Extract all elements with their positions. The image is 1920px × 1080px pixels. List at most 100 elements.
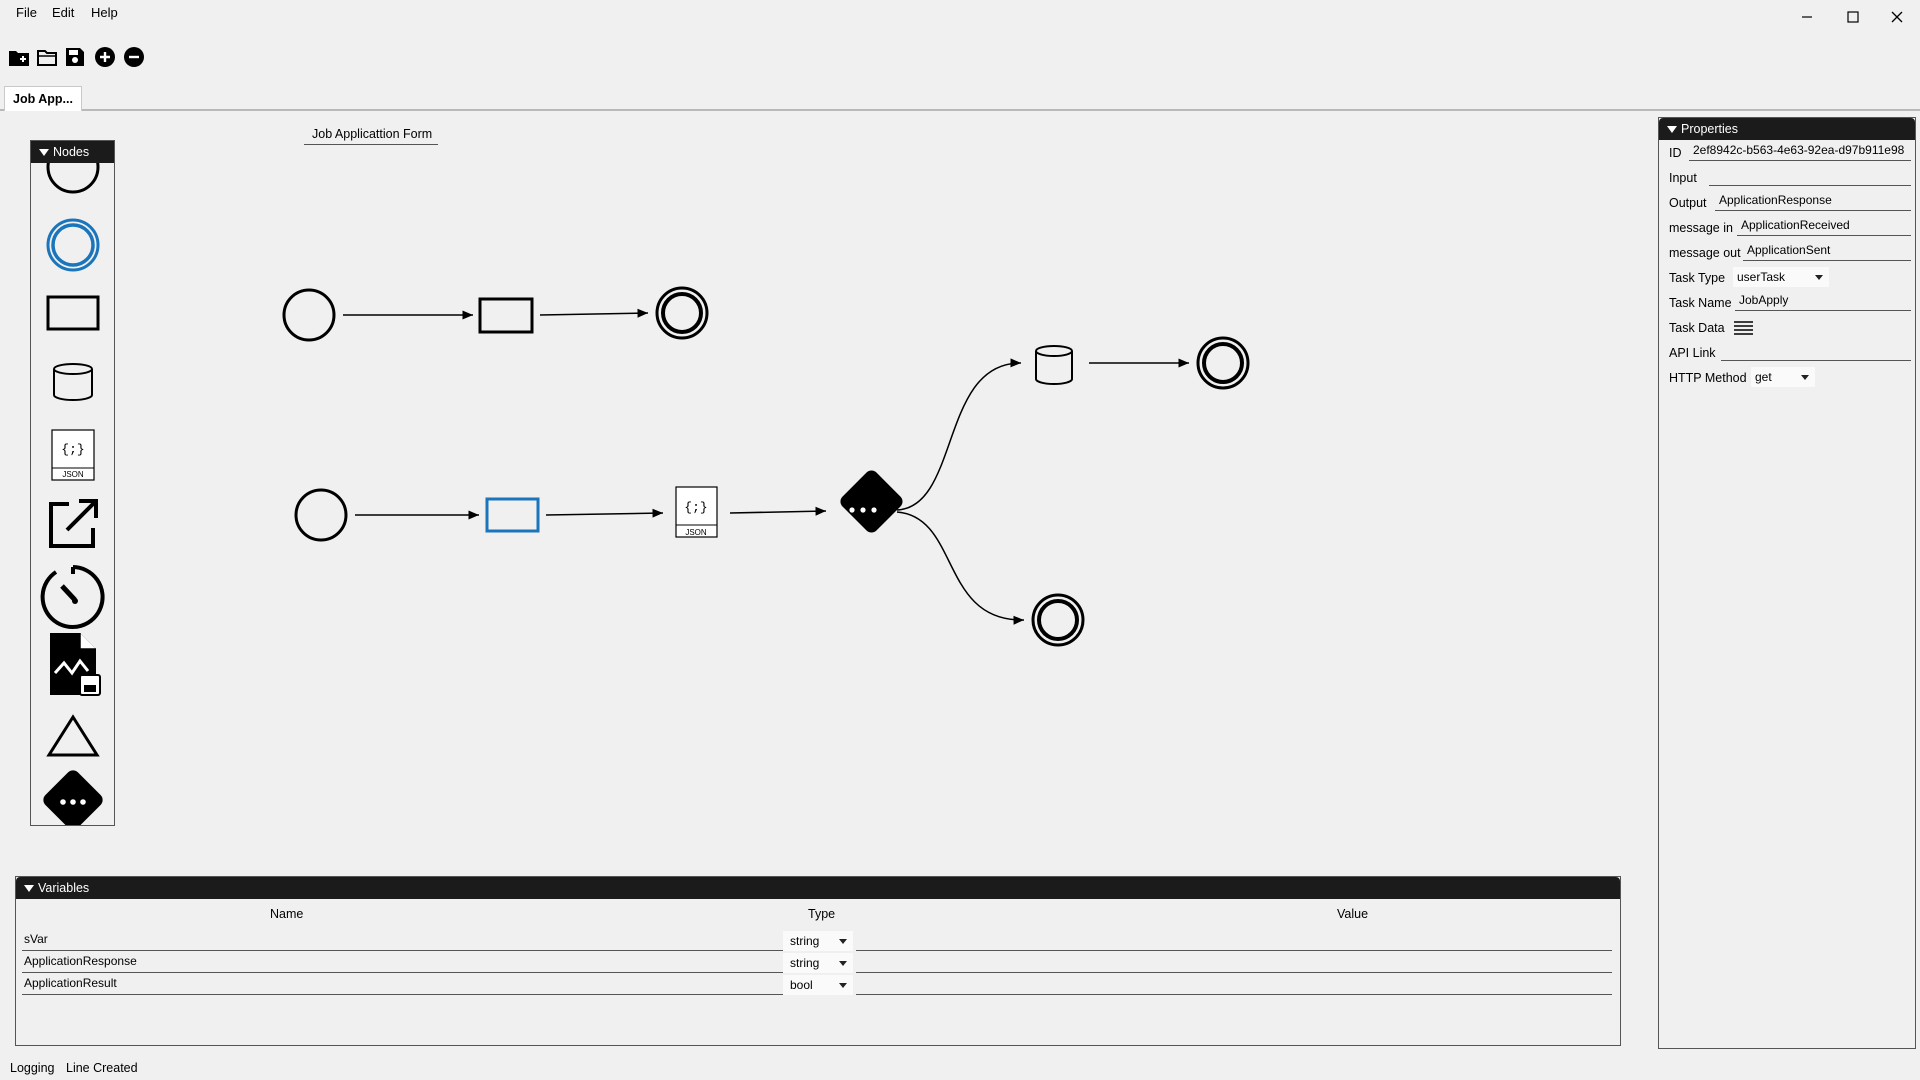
close-icon: [1891, 11, 1903, 23]
chevron-down-icon: [839, 983, 847, 988]
message-in-field[interactable]: ApplicationReceived: [1737, 217, 1911, 236]
json-node[interactable]: {;} JSON: [675, 486, 718, 538]
task-data-label: Task Data: [1669, 321, 1725, 335]
menu-file[interactable]: File: [16, 5, 37, 20]
message-out-label: message out: [1669, 246, 1741, 260]
output-field[interactable]: ApplicationResponse: [1715, 192, 1911, 211]
message-in-label: message in: [1669, 221, 1733, 235]
diagram-canvas[interactable]: {;} JSON: [0, 112, 1650, 872]
variable-name-field[interactable]: ApplicationResult: [22, 974, 784, 995]
palette-json-object[interactable]: {;} JSON: [31, 428, 114, 482]
maximize-icon: [1847, 11, 1859, 23]
variables-panel: Variables Name Type Value sVar string Ap…: [15, 876, 1621, 1046]
json-icon: {;} JSON: [50, 429, 95, 481]
input-field[interactable]: [1709, 167, 1911, 186]
chevron-down-icon: [839, 939, 847, 944]
end-event-node[interactable]: [655, 286, 709, 340]
start-event-node[interactable]: [294, 488, 348, 542]
collapse-icon: [39, 149, 49, 157]
variable-value-field[interactable]: [856, 930, 1612, 951]
diagram-title[interactable]: Job Applicattion Form: [304, 127, 439, 145]
tab-job-application[interactable]: Job App...: [4, 86, 82, 111]
http-method-select[interactable]: get: [1751, 367, 1815, 387]
variable-type-value: bool: [790, 978, 813, 992]
new-folder-button[interactable]: [8, 46, 30, 68]
task-node[interactable]: [478, 297, 534, 334]
menu-edit[interactable]: Edit: [52, 5, 74, 20]
palette-gateway[interactable]: [31, 769, 114, 825]
svg-text:JSON: JSON: [62, 470, 84, 479]
column-header-name: Name: [270, 907, 304, 921]
task-type-select[interactable]: userTask: [1733, 267, 1829, 287]
maximize-button[interactable]: [1830, 2, 1876, 32]
nodes-panel-header[interactable]: Nodes: [31, 141, 114, 163]
palette-triangle[interactable]: [31, 713, 114, 759]
nodes-panel: Nodes {;} JSON: [30, 140, 115, 826]
palette-start-event[interactable]: [31, 163, 114, 195]
task-data-button[interactable]: [1733, 319, 1755, 337]
variable-type-select[interactable]: bool: [783, 975, 853, 995]
data-store-node[interactable]: [1035, 345, 1073, 385]
variable-value-field[interactable]: [856, 974, 1612, 995]
svg-text:{;}: {;}: [684, 500, 707, 515]
variable-type-value: string: [790, 934, 820, 948]
variable-type-select[interactable]: string: [783, 953, 853, 973]
zoom-out-button[interactable]: [123, 46, 145, 68]
task-icon: [46, 295, 99, 331]
variable-type-select[interactable]: string: [783, 931, 853, 951]
task-type-value: userTask: [1737, 270, 1786, 284]
chevron-down-icon: [1801, 375, 1809, 380]
connector-line[interactable]: [896, 511, 1025, 625]
palette-external-link[interactable]: [31, 496, 114, 552]
menu-help[interactable]: Help: [91, 5, 118, 20]
new-folder-icon: [9, 51, 29, 66]
status-message: Line Created: [66, 1061, 138, 1075]
palette-timer[interactable]: [31, 564, 114, 630]
end-event-node[interactable]: [1196, 336, 1250, 390]
palette-intermediate-event[interactable]: [31, 217, 114, 273]
properties-panel-header[interactable]: Properties: [1659, 118, 1915, 140]
task-node-selected[interactable]: [485, 497, 540, 533]
end-event-node[interactable]: [1031, 593, 1085, 647]
id-field[interactable]: 2ef8942c-b563-4e63-92ea-d97b911e98: [1689, 142, 1911, 161]
zoom-out-icon: [124, 47, 144, 67]
task-name-field[interactable]: JobApply: [1735, 292, 1911, 311]
api-link-field[interactable]: [1721, 342, 1911, 361]
palette-data-store[interactable]: [31, 359, 114, 403]
connector-line[interactable]: [896, 358, 1022, 511]
start-event-node[interactable]: [282, 288, 336, 342]
chevron-down-icon: [839, 961, 847, 966]
nodes-panel-title: Nodes: [53, 145, 90, 159]
minimize-icon: [1802, 16, 1812, 18]
gateway-node[interactable]: [838, 468, 906, 536]
variable-value-field[interactable]: [856, 952, 1612, 973]
minimize-button[interactable]: [1784, 2, 1830, 32]
column-header-type: Type: [808, 907, 836, 921]
intermediate-event-icon: [46, 218, 99, 272]
variable-name-field[interactable]: sVar: [22, 930, 784, 951]
open-folder-icon: [37, 50, 57, 66]
collapse-icon: [1667, 126, 1677, 134]
svg-text:JSON: JSON: [685, 528, 707, 537]
variables-panel-header[interactable]: Variables: [16, 877, 1620, 899]
external-link-icon: [48, 499, 98, 548]
api-link-label: API Link: [1669, 346, 1716, 360]
save-button[interactable]: [64, 46, 86, 68]
output-label: Output: [1669, 196, 1707, 210]
collapse-icon: [24, 885, 34, 893]
close-button[interactable]: [1874, 2, 1920, 32]
zoom-in-button[interactable]: [94, 46, 116, 68]
open-folder-button[interactable]: [36, 46, 58, 68]
connector-line[interactable]: [539, 308, 649, 318]
palette-task[interactable]: [31, 293, 114, 333]
input-label: Input: [1669, 171, 1697, 185]
data-store-icon: [52, 363, 93, 401]
connector-line[interactable]: [545, 508, 664, 518]
status-logging-label: Logging: [10, 1061, 55, 1075]
save-icon: [66, 48, 84, 66]
variable-type-value: string: [790, 956, 820, 970]
palette-chart-document[interactable]: [31, 631, 114, 699]
message-out-field[interactable]: ApplicationSent: [1743, 242, 1911, 261]
variable-name-field[interactable]: ApplicationResponse: [22, 952, 784, 973]
connector-line[interactable]: [729, 506, 827, 516]
